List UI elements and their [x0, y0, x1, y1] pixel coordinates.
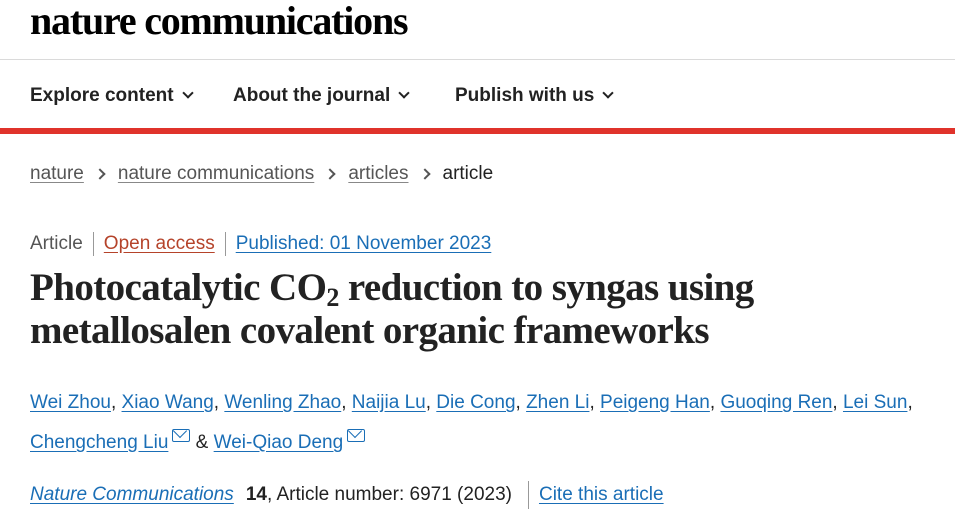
author-link[interactable]: Wenling Zhao — [224, 392, 341, 413]
title-part-1: Photocatalytic CO — [30, 266, 327, 309]
breadcrumb-nature[interactable]: nature — [30, 162, 84, 186]
site-header: nature communications — [0, 0, 955, 60]
author-separator: , — [515, 392, 521, 413]
chevron-down-icon — [398, 87, 410, 99]
article-meta: Article Open access Published: 01 Novemb… — [30, 232, 491, 256]
author-link[interactable]: Naijia Lu — [352, 392, 426, 413]
journal-link[interactable]: Nature Communications — [30, 482, 234, 508]
chevron-down-icon — [181, 87, 194, 99]
author-link[interactable]: Guoqing Ren — [720, 392, 832, 413]
nav-about-journal[interactable]: About the journal — [233, 84, 410, 108]
author-separator: , — [907, 392, 913, 413]
author-link[interactable]: Chengcheng Liu — [30, 432, 168, 453]
breadcrumb: nature nature communications articles ar… — [30, 162, 493, 186]
accent-divider — [0, 128, 955, 134]
nav-explore-content[interactable]: Explore content — [30, 84, 194, 108]
citation-divider — [527, 481, 529, 509]
email-icon[interactable] — [347, 429, 366, 442]
nav-label: Explore content — [30, 85, 174, 106]
nav-label: Publish with us — [455, 85, 595, 106]
author-link[interactable]: Peigeng Han — [600, 392, 710, 413]
open-access-link[interactable]: Open access — [104, 232, 215, 256]
chevron-right-icon — [324, 168, 336, 180]
breadcrumb-nature-communications[interactable]: nature communications — [118, 162, 314, 186]
breadcrumb-current: article — [442, 163, 494, 184]
published-date-link[interactable]: Published: 01 November 2023 — [236, 232, 492, 256]
chevron-right-icon — [94, 168, 106, 180]
citation-line: Nature Communications 14 , Article numbe… — [30, 481, 664, 509]
author-separator: , — [832, 392, 838, 413]
author-separator: , — [341, 392, 347, 413]
volume-number: 14 — [245, 484, 267, 505]
author-separator: , — [709, 392, 716, 413]
author-link[interactable]: Xiao Wang — [122, 392, 214, 413]
chevron-right-icon — [418, 168, 431, 180]
author-separator: , — [425, 392, 432, 413]
author-link[interactable]: Lei Sun — [843, 392, 907, 413]
meta-divider — [224, 232, 226, 256]
cite-this-article-link[interactable]: Cite this article — [539, 482, 664, 508]
author-and: & — [195, 432, 209, 453]
author-separator: , — [110, 392, 117, 413]
article-type: Article — [30, 233, 83, 254]
main-nav: Explore content About the journal Publis… — [0, 61, 955, 130]
author-list: Wei Zhou, Xiao Wang, Wenling Zhao, Naiji… — [30, 383, 940, 463]
author-separator: , — [589, 392, 595, 413]
email-icon[interactable] — [172, 429, 191, 442]
nav-label: About the journal — [233, 85, 391, 106]
author-link[interactable]: Wei-Qiao Deng — [214, 432, 344, 453]
article-title: Photocatalytic CO2 reduction to syngas u… — [30, 266, 930, 352]
title-subscript: 2 — [326, 283, 339, 312]
nav-publish-with-us[interactable]: Publish with us — [455, 84, 615, 108]
author-link[interactable]: Die Cong — [436, 392, 515, 413]
author-link[interactable]: Zhen Li — [526, 392, 589, 413]
article-number: , Article number: 6971 (2023) — [266, 484, 512, 505]
chevron-down-icon — [602, 87, 615, 99]
meta-divider — [92, 232, 94, 256]
site-logo[interactable]: nature communications — [30, 0, 409, 44]
author-separator: , — [213, 392, 220, 413]
breadcrumb-articles[interactable]: articles — [348, 162, 408, 186]
author-link[interactable]: Wei Zhou — [30, 392, 111, 413]
